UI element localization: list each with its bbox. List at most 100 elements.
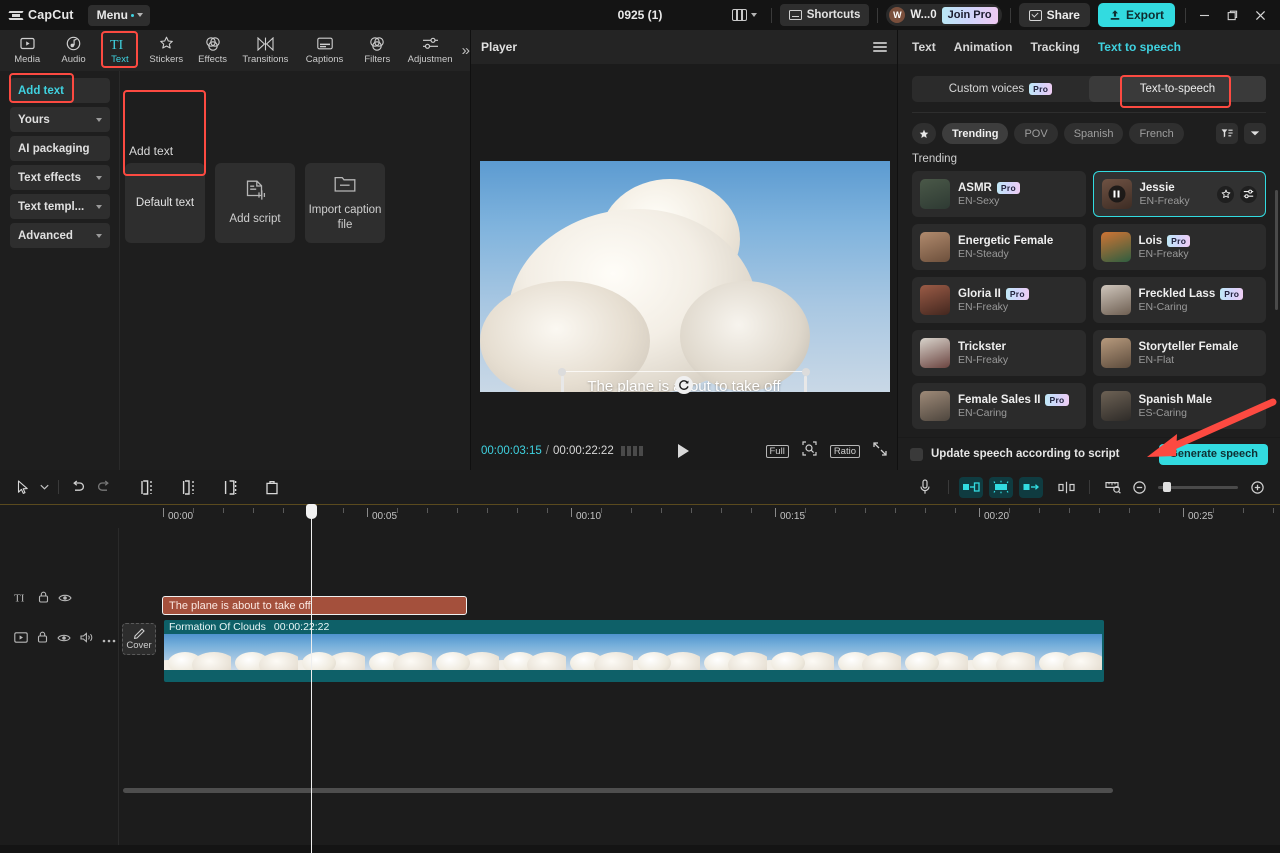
speaker-icon[interactable] (80, 630, 93, 648)
select-tool-icon[interactable] (10, 474, 36, 500)
more-dots-icon[interactable] (102, 630, 116, 648)
cover-button[interactable]: Cover (122, 623, 156, 655)
redo-icon[interactable] (91, 474, 117, 500)
measure-icon[interactable] (1100, 474, 1126, 500)
text-clip[interactable]: The plane is about to take off (162, 596, 467, 615)
zoom-out-icon[interactable] (1126, 474, 1152, 500)
voice-card-gloria-ii[interactable]: Gloria IIPro EN-Freaky (912, 277, 1086, 323)
fullscreen-icon[interactable] (873, 442, 887, 461)
voice-card-storyteller-female[interactable]: Storyteller Female EN-Flat (1093, 330, 1267, 376)
tile-import-caption-file[interactable]: Import caption file (305, 163, 385, 243)
pause-icon[interactable] (1108, 186, 1125, 203)
zoom-slider-handle[interactable] (1163, 482, 1171, 492)
category-add-text[interactable]: Add text (10, 78, 110, 103)
clip-speed-icon[interactable] (1019, 477, 1043, 498)
maximize-button[interactable] (1218, 0, 1246, 30)
divider (1010, 8, 1011, 23)
chip-spanish[interactable]: Spanish (1064, 123, 1124, 144)
voice-card-energetic-female[interactable]: Energetic Female EN-Steady (912, 224, 1086, 270)
tool-tabs-overflow-button[interactable]: » (462, 42, 470, 59)
tool-tab-media[interactable]: Media (4, 32, 50, 69)
lock-icon[interactable] (37, 630, 48, 648)
tool-dropdown-caret[interactable] (36, 474, 52, 500)
tool-tab-filters[interactable]: Filters (354, 32, 400, 69)
tool-tab-stickers[interactable]: Stickers (143, 32, 189, 69)
shortcuts-button[interactable]: Shortcuts (780, 4, 870, 26)
playhead[interactable] (311, 504, 312, 853)
layout-button[interactable] (726, 4, 763, 26)
generate-speech-button[interactable]: Generate speech (1159, 444, 1268, 465)
voice-card-spanish-male[interactable]: Spanish Male ES-Caring (1093, 383, 1267, 429)
zoom-in-icon[interactable] (1244, 474, 1270, 500)
timeline-horizontal-scrollbar[interactable] (123, 788, 1113, 793)
tab-animation[interactable]: Animation (954, 40, 1013, 54)
favorite-star-icon[interactable] (1217, 186, 1234, 203)
voice-card-asmr[interactable]: ASMRPro EN-Sexy (912, 171, 1086, 217)
play-icon[interactable] (678, 444, 689, 458)
tool-tab-adjustment[interactable]: Adjustmen (401, 32, 460, 69)
category-yours[interactable]: Yours (10, 107, 110, 132)
zoom-preview-icon[interactable] (802, 441, 817, 461)
update-speech-checkbox[interactable] (910, 448, 923, 461)
user-chip[interactable]: W W...0 Join Pro (886, 4, 1001, 26)
undo-icon[interactable] (65, 474, 91, 500)
chip-trending[interactable]: Trending (942, 123, 1008, 144)
tool-tab-captions[interactable]: Captions (295, 32, 354, 69)
category-text-effects[interactable]: Text effects (10, 165, 110, 190)
right-panel-scrollbar[interactable] (1275, 190, 1278, 310)
full-quality-button[interactable]: Full (766, 445, 789, 458)
close-button[interactable] (1246, 0, 1274, 30)
export-button[interactable]: Export (1098, 3, 1175, 27)
voice-card-female-sales-ii[interactable]: Female Sales IIPro EN-Caring (912, 383, 1086, 429)
favorite-star-chip[interactable] (912, 123, 936, 144)
chip-pov[interactable]: POV (1014, 123, 1057, 144)
voice-card-trickster[interactable]: Trickster EN-Freaky (912, 330, 1086, 376)
tile-label: Default text (136, 196, 194, 210)
voice-card-jessie[interactable]: Jessie EN-Freaky (1093, 171, 1267, 217)
category-ai-packaging[interactable]: AI packaging (10, 136, 110, 161)
keyframe-icon[interactable] (1053, 474, 1079, 500)
ratio-button[interactable]: Ratio (830, 445, 860, 458)
record-mic-icon[interactable] (912, 474, 938, 500)
chevron-down-icon (96, 176, 102, 180)
category-advanced[interactable]: Advanced (10, 223, 110, 248)
playhead-handle[interactable] (306, 504, 317, 519)
join-pro-button[interactable]: Join Pro (942, 7, 998, 24)
sparkle-clip-icon[interactable] (989, 477, 1013, 498)
hamburger-icon[interactable] (873, 39, 887, 54)
share-button[interactable]: Share (1019, 3, 1090, 27)
tile-add-script[interactable]: Add script (215, 163, 295, 243)
timeline-ruler[interactable]: 00:00 00:05 00:10 00:15 00:20 00:25 (0, 504, 1280, 528)
eye-icon[interactable] (57, 630, 71, 648)
chevron-down-icon[interactable] (1244, 123, 1266, 144)
voice-settings-icon[interactable] (1240, 186, 1257, 203)
auto-cut-icon[interactable] (959, 477, 983, 498)
delete-icon[interactable] (259, 474, 285, 500)
voice-card-freckled-lass[interactable]: Freckled LassPro EN-Caring (1093, 277, 1267, 323)
rotate-handle-icon[interactable] (675, 376, 693, 394)
tool-tab-label: Stickers (149, 54, 183, 65)
segment-text-to-speech[interactable]: Text-to-speech (1089, 76, 1266, 102)
category-text-templates[interactable]: Text templ... (10, 194, 110, 219)
tab-text-to-speech[interactable]: Text to speech (1098, 40, 1181, 54)
segment-custom-voices[interactable]: Custom voices Pro (912, 76, 1089, 102)
tile-default-text[interactable]: Default text (125, 163, 205, 243)
tool-tab-effects[interactable]: Effects (189, 32, 235, 69)
tool-tab-transitions[interactable]: Transitions (236, 32, 295, 69)
lock-icon[interactable] (38, 590, 49, 608)
menu-button[interactable]: Menu (88, 5, 150, 26)
trim-right-icon[interactable] (217, 474, 243, 500)
eye-icon[interactable] (58, 590, 72, 608)
minimize-button[interactable] (1190, 0, 1218, 30)
zoom-slider[interactable] (1158, 486, 1238, 489)
filter-sort-icon[interactable] (1216, 123, 1238, 144)
tool-tab-text[interactable]: TI Text (97, 32, 143, 69)
chip-french[interactable]: French (1129, 123, 1183, 144)
split-icon[interactable] (133, 474, 159, 500)
video-clip[interactable]: Formation Of Clouds 00:00:22:22 (164, 620, 1104, 682)
voice-card-lois[interactable]: LoisPro EN-Freaky (1093, 224, 1267, 270)
trim-left-icon[interactable] (175, 474, 201, 500)
tool-tab-audio[interactable]: Audio (50, 32, 96, 69)
tab-text[interactable]: Text (912, 40, 936, 54)
tab-tracking[interactable]: Tracking (1030, 40, 1079, 54)
